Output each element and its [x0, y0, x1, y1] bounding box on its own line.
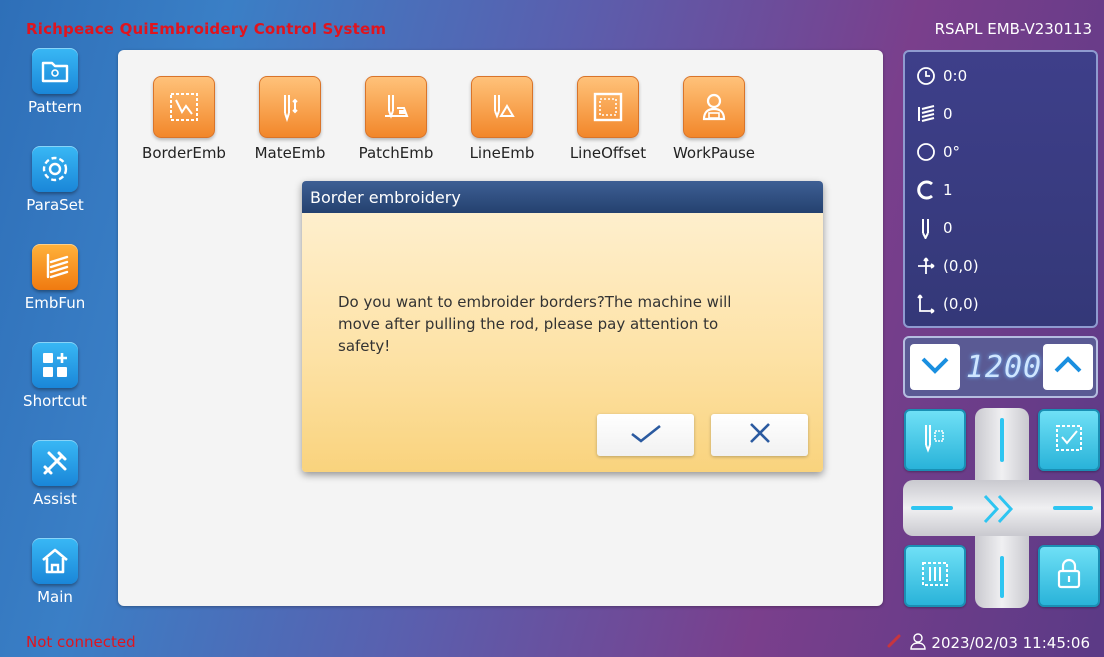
- patch-emb-icon: [365, 76, 427, 138]
- app-title: Richpeace QuiEmbroidery Control System: [26, 20, 387, 38]
- border-emb-button[interactable]: BorderEmb: [136, 76, 232, 162]
- speed-control: 1200: [903, 336, 1098, 398]
- line-emb-button[interactable]: LineEmb: [454, 76, 550, 162]
- status-origin-value: (0,0): [943, 295, 979, 313]
- status-position: (0,0): [915, 254, 979, 278]
- work-pause-label: WorkPause: [672, 144, 756, 162]
- status-needle: 0: [915, 216, 953, 240]
- link-broken-icon: [885, 632, 903, 654]
- lock-button[interactable]: [1038, 545, 1100, 607]
- move-right-button[interactable]: [1053, 506, 1093, 510]
- footer-right: 2023/02/03 11:45:06: [885, 632, 1090, 654]
- line-offset-icon: [577, 76, 639, 138]
- status-needle-value: 0: [943, 219, 953, 237]
- move-up-button[interactable]: [1000, 418, 1004, 462]
- status-color: 1: [915, 178, 953, 202]
- sidebar-item-label: Assist: [33, 490, 77, 508]
- shortcut-grid-icon: [32, 342, 78, 388]
- dialog-title: Border embroidery: [302, 181, 823, 213]
- border-emb-icon: [153, 76, 215, 138]
- close-icon: [748, 421, 772, 449]
- connection-status: Not connected: [26, 633, 136, 651]
- sidebar: Pattern ParaSet EmbFun Shortcut Assist M…: [14, 48, 96, 628]
- work-pause-button[interactable]: WorkPause: [666, 76, 762, 162]
- sidebar-item-label: Shortcut: [23, 392, 87, 410]
- fast-forward-button[interactable]: [979, 492, 1025, 530]
- status-panel: 0:0 0 0° 1 0 (0,0) (0,0): [903, 50, 1098, 328]
- sidebar-item-paraset[interactable]: ParaSet: [14, 146, 96, 236]
- mate-emb-label: MateEmb: [254, 144, 326, 162]
- status-angle-value: 0°: [943, 143, 961, 161]
- patch-emb-label: PatchEmb: [358, 144, 434, 162]
- folder-icon: [32, 48, 78, 94]
- needle-position-button[interactable]: [904, 409, 966, 471]
- check-icon: [629, 423, 663, 447]
- pattern-sequence-button[interactable]: [904, 545, 966, 607]
- sidebar-item-pattern[interactable]: Pattern: [14, 48, 96, 138]
- status-time-value: 0:0: [943, 67, 968, 85]
- patch-emb-button[interactable]: PatchEmb: [348, 76, 444, 162]
- version-label: RSAPL EMB-V230113: [934, 20, 1092, 38]
- move-cross-icon: [915, 255, 937, 277]
- chevron-up-icon: [1052, 354, 1084, 380]
- origin-axis-icon: [915, 293, 937, 315]
- color-c-icon: [915, 179, 937, 201]
- double-chevron-right-icon: [979, 494, 1025, 530]
- speed-down-button[interactable]: [910, 344, 960, 390]
- clock-icon: [915, 65, 937, 87]
- speed-up-button[interactable]: [1043, 344, 1093, 390]
- line-emb-label: LineEmb: [469, 144, 535, 162]
- move-down-button[interactable]: [1000, 556, 1004, 598]
- motion-pad: [903, 408, 1101, 608]
- status-time: 0:0: [915, 64, 967, 88]
- sidebar-item-assist[interactable]: Assist: [14, 440, 96, 530]
- dialog-message: Do you want to embroider borders?The mac…: [338, 293, 732, 355]
- gear-icon: [32, 146, 78, 192]
- home-icon: [32, 538, 78, 584]
- sidebar-item-label: Main: [37, 588, 73, 606]
- sidebar-item-shortcut[interactable]: Shortcut: [14, 342, 96, 432]
- sidebar-item-embfun[interactable]: EmbFun: [14, 244, 96, 334]
- sidebar-item-label: ParaSet: [26, 196, 84, 214]
- status-color-value: 1: [943, 181, 953, 199]
- border-embroidery-dialog: Border embroidery Do you want to embroid…: [302, 181, 823, 472]
- confirm-button[interactable]: [597, 414, 694, 456]
- lock-icon: [1054, 557, 1084, 595]
- user-icon[interactable]: [909, 632, 927, 654]
- move-left-button[interactable]: [911, 506, 953, 510]
- mate-emb-button[interactable]: MateEmb: [242, 76, 338, 162]
- cancel-button[interactable]: [711, 414, 808, 456]
- status-stitches-value: 0: [943, 105, 953, 123]
- frame-trace-icon: [1052, 421, 1086, 459]
- line-offset-label: LineOffset: [569, 144, 647, 162]
- sidebar-item-label: Pattern: [28, 98, 82, 116]
- needle-icon: [915, 217, 937, 239]
- frame-trace-button[interactable]: [1038, 409, 1100, 471]
- stitch-count-icon: [915, 103, 937, 125]
- tools-icon: [32, 440, 78, 486]
- datetime: 2023/02/03 11:45:06: [931, 634, 1090, 652]
- line-offset-button[interactable]: LineOffset: [560, 76, 656, 162]
- chevron-down-icon: [919, 354, 951, 380]
- status-angle: 0°: [915, 140, 960, 164]
- speed-value: 1200: [965, 350, 1043, 385]
- angle-circle-icon: [915, 141, 937, 163]
- status-stitches: 0: [915, 102, 953, 126]
- sidebar-item-label: EmbFun: [24, 294, 86, 312]
- border-emb-label: BorderEmb: [142, 144, 226, 162]
- pattern-grid-icon: [918, 557, 952, 595]
- needle-frame-icon: [918, 421, 952, 459]
- line-emb-icon: [471, 76, 533, 138]
- work-pause-icon: [683, 76, 745, 138]
- mate-emb-icon: [259, 76, 321, 138]
- status-origin: (0,0): [915, 292, 979, 316]
- sidebar-item-main[interactable]: Main: [14, 538, 96, 628]
- embroidery-icon: [32, 244, 78, 290]
- status-position-value: (0,0): [943, 257, 979, 275]
